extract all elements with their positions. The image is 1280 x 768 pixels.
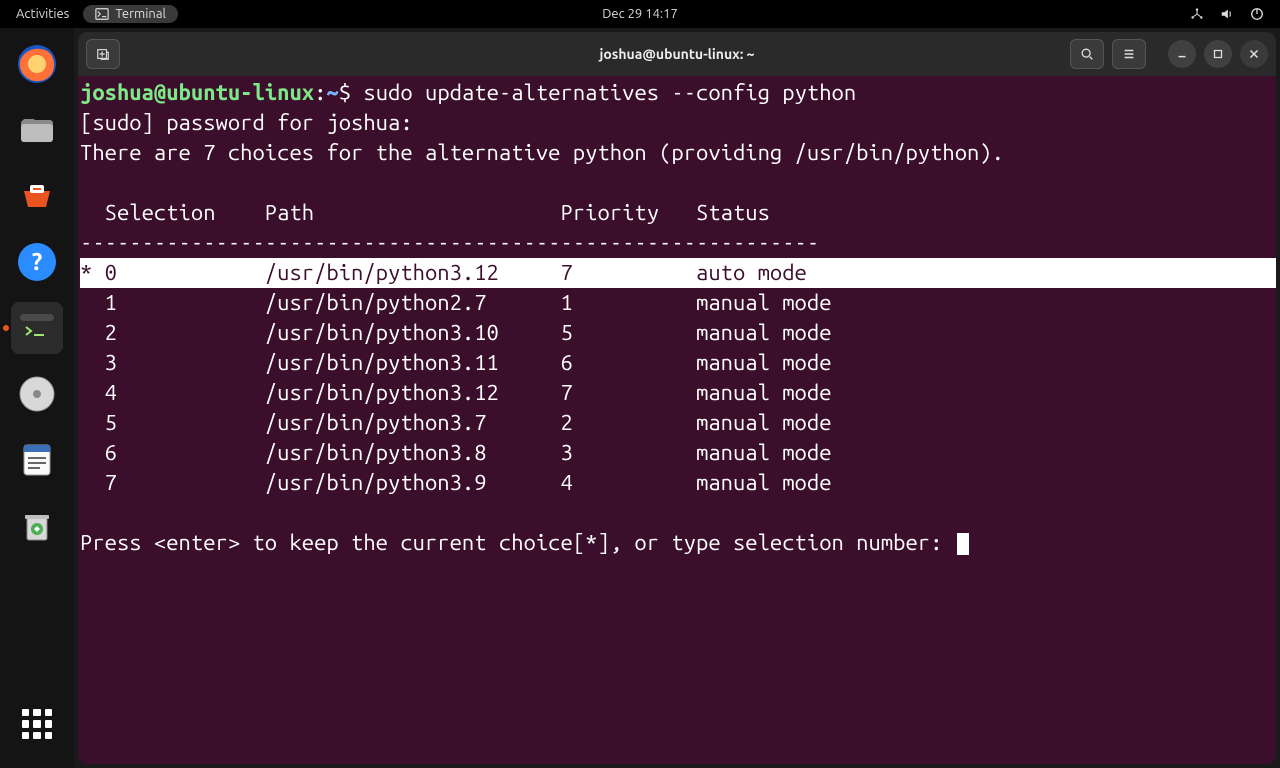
new-tab-icon: [96, 47, 110, 61]
alternatives-row: 1 /usr/bin/python2.7 1 manual mode: [80, 288, 1276, 318]
network-icon[interactable]: [1190, 7, 1204, 21]
trash-icon: [16, 505, 58, 547]
search-button[interactable]: [1070, 39, 1104, 69]
hamburger-icon: [1122, 47, 1136, 61]
software-icon: [16, 175, 58, 217]
sudo-password-line: [sudo] password for joshua:: [80, 108, 1276, 138]
ubuntu-dock: ?: [0, 28, 74, 768]
dock-apps-button[interactable]: [11, 698, 63, 750]
activities-button[interactable]: Activities: [16, 7, 69, 21]
terminal-body[interactable]: joshua@ubuntu-linux:~$ sudo update-alter…: [78, 76, 1276, 764]
active-app-chip[interactable]: Terminal: [83, 5, 178, 23]
firefox-icon: [16, 43, 58, 85]
alternatives-row: 5 /usr/bin/python3.7 2 manual mode: [80, 408, 1276, 438]
maximize-icon: [1211, 47, 1225, 61]
cursor: [957, 533, 969, 555]
alternatives-divider: ----------------------------------------…: [80, 228, 1276, 258]
terminal-icon: [95, 7, 109, 21]
terminal-app-icon: [16, 307, 58, 349]
prompt-line: joshua@ubuntu-linux:~$ sudo update-alter…: [80, 78, 1276, 108]
dock-text-editor[interactable]: [11, 434, 63, 486]
alternatives-row: 3 /usr/bin/python3.11 6 manual mode: [80, 348, 1276, 378]
dock-firefox[interactable]: [11, 38, 63, 90]
help-icon: ?: [16, 241, 58, 283]
apps-grid-icon: [22, 709, 52, 739]
dock-files[interactable]: [11, 104, 63, 156]
dock-trash[interactable]: [11, 500, 63, 552]
dock-help[interactable]: ?: [11, 236, 63, 288]
gnome-topbar: Activities Terminal Dec 29 14:17: [0, 0, 1280, 28]
alternatives-row: 2 /usr/bin/python3.10 5 manual mode: [80, 318, 1276, 348]
active-app-label: Terminal: [115, 7, 166, 21]
choices-intro-line: There are 7 choices for the alternative …: [80, 138, 1276, 168]
maximize-button[interactable]: [1204, 40, 1232, 68]
alternatives-row: 7 /usr/bin/python3.9 4 manual mode: [80, 468, 1276, 498]
alternatives-row: 6 /usr/bin/python3.8 3 manual mode: [80, 438, 1276, 468]
dock-terminal[interactable]: [11, 302, 63, 354]
minimize-button[interactable]: [1168, 40, 1196, 68]
power-icon[interactable]: [1250, 7, 1264, 21]
new-tab-button[interactable]: [86, 39, 120, 69]
files-icon: [16, 109, 58, 151]
volume-icon[interactable]: [1220, 7, 1234, 21]
blank-line: [80, 498, 1276, 528]
close-button[interactable]: [1240, 40, 1268, 68]
minimize-icon: [1175, 47, 1189, 61]
disk-icon: [16, 373, 58, 415]
alternatives-row: 4 /usr/bin/python3.12 7 manual mode: [80, 378, 1276, 408]
terminal-window: joshua@ubuntu-linux: ~ joshua@ubuntu-lin…: [78, 32, 1276, 764]
window-titlebar[interactable]: joshua@ubuntu-linux: ~: [78, 32, 1276, 76]
close-icon: [1247, 47, 1261, 61]
alternatives-header: Selection Path Priority Status: [80, 198, 1276, 228]
prompt-footer: Press <enter> to keep the current choice…: [80, 528, 1276, 558]
window-title: joshua@ubuntu-linux: ~: [599, 46, 754, 62]
alternatives-row: * 0 /usr/bin/python3.12 7 auto mode: [80, 258, 1276, 288]
dock-disks[interactable]: [11, 368, 63, 420]
clock[interactable]: Dec 29 14:17: [602, 7, 678, 21]
blank-line: [80, 168, 1276, 198]
search-icon: [1080, 47, 1094, 61]
hamburger-menu-button[interactable]: [1112, 39, 1146, 69]
text-editor-icon: [16, 439, 58, 481]
dock-software[interactable]: [11, 170, 63, 222]
svg-text:?: ?: [32, 248, 43, 275]
